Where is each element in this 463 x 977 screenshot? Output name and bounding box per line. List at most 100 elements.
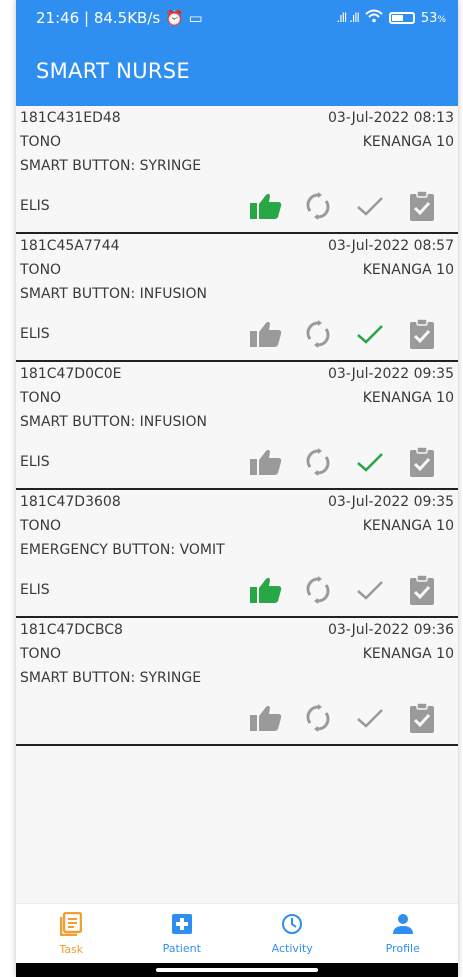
nav-label: Task (59, 942, 84, 956)
done-check-icon[interactable] (344, 700, 396, 736)
task-footer (20, 700, 454, 736)
battery-level: 53% (421, 11, 446, 26)
task-type: SMART BUTTON: INFUSION (20, 286, 208, 302)
nav-label: Patient (162, 941, 201, 955)
clock-icon (281, 913, 303, 938)
status-bar: 21:46 | 84.5KB/s ⏰ ▭ .ıll .ıll 53% (16, 0, 458, 36)
task-type: SMART BUTTON: SYRINGE (20, 158, 202, 174)
task-id: 181C47D3608 (20, 494, 121, 510)
nav-profile[interactable]: Profile (353, 913, 453, 955)
nav-label: Profile (385, 941, 420, 955)
clipboard-check-icon[interactable] (396, 188, 448, 224)
task-card[interactable]: 181C47D0C0E 03-Jul-2022 09:35 TONO KENANGA … (16, 362, 458, 490)
room-name: KENANGA 10 (362, 390, 454, 406)
app-title: SMART NURSE (36, 59, 190, 83)
nav-activity[interactable]: Activity (242, 913, 342, 955)
task-datetime: 03-Jul-2022 09:35 (327, 366, 454, 382)
task-card[interactable]: 181C47DCBC8 03-Jul-2022 09:36 TONO KENANGA … (16, 618, 458, 746)
home-indicator[interactable] (156, 968, 318, 972)
task-header-row: 181C45A7744 03-Jul-2022 08:57 (20, 234, 454, 258)
patient-name: TONO (20, 518, 62, 534)
task-card[interactable]: 181C45A7744 03-Jul-2022 08:57 TONO KENANGA … (16, 234, 458, 362)
task-datetime: 03-Jul-2022 09:35 (327, 494, 454, 510)
clipboard-check-icon[interactable] (396, 700, 448, 736)
done-check-icon[interactable] (344, 444, 396, 480)
task-actions (240, 316, 454, 352)
accept-thumbs-up-icon[interactable] (240, 572, 292, 608)
bottom-navigation: Task Patient Activity Profile (16, 903, 458, 963)
status-time: 21:46 | 84.5KB/s ⏰ ▭ (36, 9, 203, 27)
task-card[interactable]: 181C47D3608 03-Jul-2022 09:35 TONO KENANGA … (16, 490, 458, 618)
accept-thumbs-up-icon[interactable] (240, 700, 292, 736)
task-patient-row: TONO KENANGA 10 (20, 386, 454, 410)
task-datetime: 03-Jul-2022 08:13 (327, 110, 454, 126)
sync-icon[interactable] (292, 572, 344, 608)
medical-cross-icon (171, 913, 193, 938)
accept-thumbs-up-icon[interactable] (240, 316, 292, 352)
task-footer: ELIS (20, 316, 454, 352)
task-datetime: 03-Jul-2022 09:36 (327, 622, 454, 638)
task-actions (240, 572, 454, 608)
task-list[interactable]: 181C431ED48 03-Jul-2022 08:13 TONO KENANGA … (16, 106, 458, 919)
sync-icon[interactable] (292, 188, 344, 224)
task-datetime: 03-Jul-2022 08:57 (327, 238, 454, 254)
room-name: KENANGA 10 (362, 518, 454, 534)
task-patient-row: TONO KENANGA 10 (20, 258, 454, 282)
task-header-row: 181C47D0C0E 03-Jul-2022 09:35 (20, 362, 454, 386)
app-bar: SMART NURSE (16, 36, 458, 106)
clipboard-check-icon[interactable] (396, 572, 448, 608)
task-list-icon (60, 911, 83, 939)
task-id: 181C47D0C0E (20, 366, 122, 382)
room-name: KENANGA 10 (362, 134, 454, 150)
task-actions (240, 188, 454, 224)
patient-name: TONO (20, 646, 62, 662)
patient-name: TONO (20, 262, 62, 278)
task-footer: ELIS (20, 572, 454, 608)
task-footer: ELIS (20, 188, 454, 224)
nav-label: Activity (271, 941, 313, 955)
task-actions (240, 700, 454, 736)
clipboard-check-icon[interactable] (396, 316, 448, 352)
task-type: SMART BUTTON: SYRINGE (20, 670, 202, 686)
done-check-icon[interactable] (344, 316, 396, 352)
phone-screen: 21:46 | 84.5KB/s ⏰ ▭ .ıll .ıll 53% SMART… (16, 0, 458, 977)
done-check-icon[interactable] (344, 188, 396, 224)
accept-thumbs-up-icon[interactable] (240, 444, 292, 480)
status-time-text: 21:46 | 84.5KB/s (36, 9, 161, 27)
wifi-icon (365, 9, 383, 27)
gesture-bar (16, 963, 458, 977)
alarm-icon: ⏰ (165, 9, 184, 27)
sync-icon[interactable] (292, 444, 344, 480)
nav-patient[interactable]: Patient (132, 913, 232, 955)
battery-icon (388, 12, 415, 24)
task-header-row: 181C47DCBC8 03-Jul-2022 09:36 (20, 618, 454, 642)
done-check-icon[interactable] (344, 572, 396, 608)
patient-name: TONO (20, 134, 62, 150)
task-id: 181C47DCBC8 (20, 622, 123, 638)
nav-task[interactable]: Task (21, 911, 121, 956)
cast-icon: ▭ (188, 9, 203, 27)
battery-unit: % (437, 14, 446, 25)
nurse-name: ELIS (20, 582, 50, 598)
nurse-name: ELIS (20, 326, 50, 342)
clipboard-check-icon[interactable] (396, 444, 448, 480)
task-card[interactable]: 181C431ED48 03-Jul-2022 08:13 TONO KENANGA … (16, 106, 458, 234)
room-name: KENANGA 10 (362, 646, 454, 662)
sync-icon[interactable] (292, 316, 344, 352)
task-patient-row: TONO KENANGA 10 (20, 130, 454, 154)
task-actions (240, 444, 454, 480)
task-patient-row: TONO KENANGA 10 (20, 642, 454, 666)
sync-icon[interactable] (292, 700, 344, 736)
task-id: 181C45A7744 (20, 238, 120, 254)
accept-thumbs-up-icon[interactable] (240, 188, 292, 224)
room-name: KENANGA 10 (362, 262, 454, 278)
task-id: 181C431ED48 (20, 110, 121, 126)
task-footer: ELIS (20, 444, 454, 480)
signal-icon: .ıll .ıll (336, 11, 359, 25)
task-patient-row: TONO KENANGA 10 (20, 514, 454, 538)
nurse-name: ELIS (20, 454, 50, 470)
task-type: SMART BUTTON: INFUSION (20, 414, 208, 430)
person-icon (392, 913, 414, 938)
task-header-row: 181C47D3608 03-Jul-2022 09:35 (20, 490, 454, 514)
patient-name: TONO (20, 390, 62, 406)
